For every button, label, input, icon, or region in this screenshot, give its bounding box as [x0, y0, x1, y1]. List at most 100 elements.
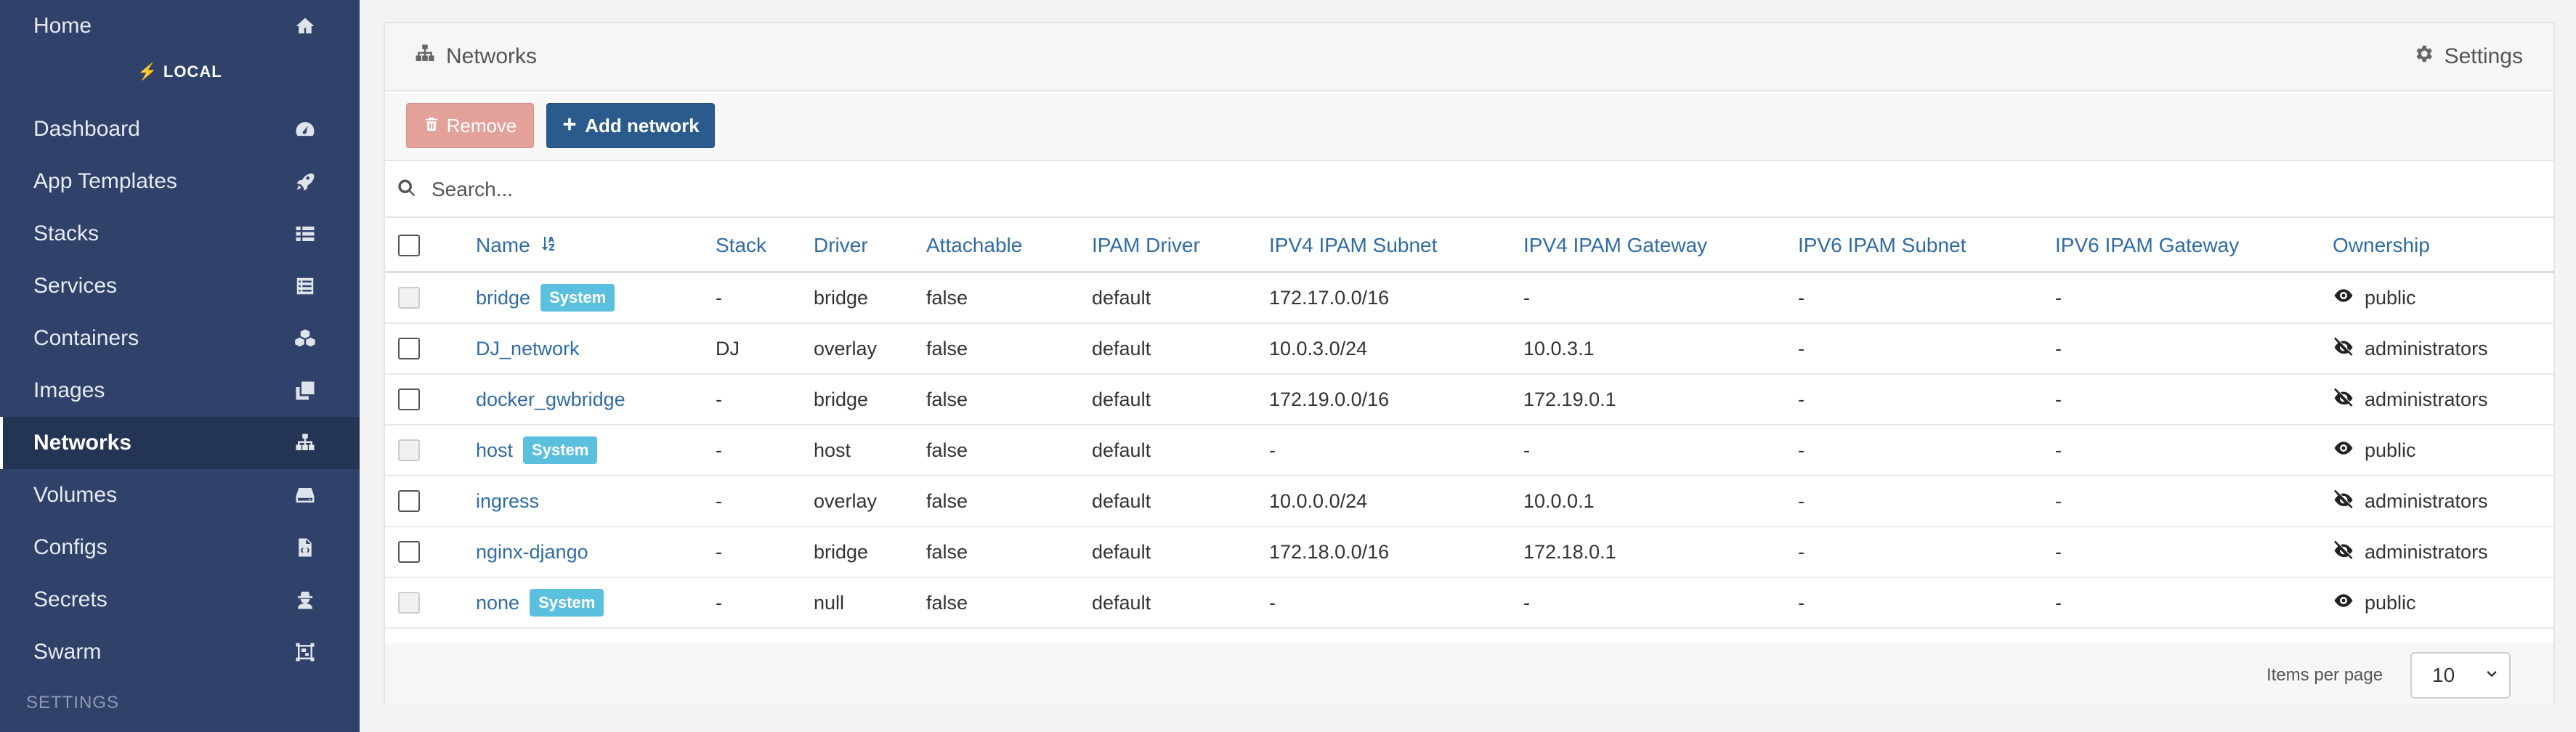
driver-cell: overlay	[814, 489, 878, 512]
sidebar-item-dashboard[interactable]: Dashboard	[0, 103, 360, 155]
ipv4-subnet-cell: -	[1269, 591, 1276, 614]
search-bar	[385, 163, 2553, 218]
sidebar-item-secrets[interactable]: Secrets	[0, 574, 360, 626]
attachable-cell: false	[926, 591, 968, 614]
column-header-driver[interactable]: Driver	[814, 219, 868, 271]
attachable-cell: false	[926, 286, 968, 309]
column-header-name[interactable]: Name	[476, 219, 558, 271]
row-checkbox[interactable]	[398, 490, 420, 512]
eye-slash-icon	[2333, 539, 2354, 566]
ipam-driver-cell: default	[1092, 286, 1151, 309]
column-header-ipam-driver[interactable]: IPAM Driver	[1092, 219, 1200, 271]
driver-cell: overlay	[814, 337, 878, 359]
add-network-button[interactable]: Add network	[546, 103, 715, 148]
stack-cell: -	[716, 439, 722, 461]
network-name-link[interactable]: bridge	[476, 287, 530, 309]
table-header-row: Name Stack Driver Attachable IPAM Driver…	[385, 219, 2553, 273]
ownership-label: administrators	[2365, 489, 2488, 512]
file-code-icon	[293, 535, 317, 560]
plus-icon	[562, 115, 578, 137]
attachable-cell: false	[926, 337, 968, 359]
sidebar-item-label: App Templates	[33, 169, 177, 193]
network-name-link[interactable]: host	[476, 439, 513, 462]
network-name-link[interactable]: docker_gwbridge	[476, 389, 625, 411]
networks-panel: Networks Settings Remove Add network Nam…	[384, 22, 2555, 704]
network-name-link[interactable]: DJ_network	[476, 338, 580, 360]
settings-label: Settings	[2444, 44, 2523, 68]
table-row: bridge System - bridge false default 172.17.0.…	[385, 273, 2553, 324]
sidebar-item-volumes[interactable]: Volumes	[0, 469, 360, 521]
column-header-ipv6-gateway[interactable]: IPV6 IPAM Gateway	[2055, 219, 2239, 271]
sidebar-item-label: Swarm	[33, 640, 102, 664]
row-checkbox[interactable]	[398, 338, 420, 359]
table-row: DJ_network DJ overlay false default 10.0.3.0/…	[385, 324, 2553, 375]
driver-cell: null	[814, 591, 845, 614]
sidebar-item-services[interactable]: Services	[0, 260, 360, 312]
row-checkbox	[398, 439, 420, 461]
table-body: bridge System - bridge false default 172.17.0.…	[385, 273, 2553, 629]
sidebar-item-label: Networks	[33, 431, 132, 455]
column-header-ipv4-subnet[interactable]: IPV4 IPAM Subnet	[1269, 219, 1437, 271]
panel-title-text: Networks	[446, 44, 538, 68]
sidebar-item-app-templates[interactable]: App Templates	[0, 155, 360, 208]
search-input[interactable]	[432, 178, 2466, 201]
system-badge: System	[523, 436, 598, 464]
ipv6-gateway-cell: -	[2055, 591, 2062, 614]
stack-cell: -	[716, 489, 722, 512]
ipv6-gateway-cell: -	[2055, 337, 2062, 359]
table-row: docker_gwbridge - bridge false default 172.19…	[385, 375, 2553, 426]
row-checkbox[interactable]	[398, 389, 420, 410]
sidebar-item-images[interactable]: Images	[0, 365, 360, 417]
network-name-link[interactable]: nginx-django	[476, 541, 588, 564]
ownership-label: administrators	[2365, 540, 2488, 563]
ownership-cell: public	[2333, 426, 2416, 475]
panel-title: Networks	[414, 43, 537, 70]
sidebar-item-label: Home	[33, 14, 92, 38]
actions-bar: Remove Add network	[385, 93, 2553, 161]
driver-cell: bridge	[814, 388, 869, 410]
list-alt-icon	[293, 274, 317, 298]
eye-icon	[2333, 285, 2354, 312]
column-header-attachable[interactable]: Attachable	[926, 219, 1022, 271]
sidebar-item-label: Stacks	[33, 221, 100, 245]
sidebar-section-settings: SETTINGS	[26, 693, 120, 712]
endpoint-label: ⚡ LOCAL	[137, 62, 222, 81]
column-header-ipv6-subnet[interactable]: IPV6 IPAM Subnet	[1798, 219, 1966, 271]
select-all-checkbox[interactable]	[398, 234, 420, 256]
ownership-cell: administrators	[2333, 527, 2488, 577]
ipv6-subnet-cell: -	[1798, 286, 1805, 309]
column-header-ownership[interactable]: Ownership	[2333, 219, 2430, 271]
ownership-cell: administrators	[2333, 375, 2488, 424]
sidebar-item-label: Volumes	[33, 483, 118, 507]
network-name-link[interactable]: ingress	[476, 490, 539, 513]
sidebar-item-configs[interactable]: Configs	[0, 521, 360, 574]
driver-cell: bridge	[814, 540, 869, 563]
sidebar-item-label: Services	[33, 274, 118, 298]
column-header-stack[interactable]: Stack	[716, 219, 766, 271]
rocket-icon	[293, 169, 317, 194]
user-secret-icon	[293, 587, 317, 612]
ownership-label: administrators	[2365, 337, 2488, 359]
table-row: ingress - overlay false default 10.0.0.0/24 10…	[385, 476, 2553, 527]
tachometer-icon	[293, 117, 317, 142]
column-header-ipv4-gateway[interactable]: IPV4 IPAM Gateway	[1523, 219, 1707, 271]
items-per-page-select[interactable]: 10	[2410, 652, 2511, 699]
remove-button[interactable]: Remove	[406, 103, 534, 148]
sidebar-item-swarm[interactable]: Swarm	[0, 626, 360, 678]
row-checkbox[interactable]	[398, 541, 420, 563]
table-row: nginx-django - bridge false default 172.18.0.…	[385, 527, 2553, 578]
driver-cell: host	[814, 439, 851, 461]
sidebar-item-networks[interactable]: Networks	[0, 417, 360, 469]
sidebar-item-stacks[interactable]: Stacks	[0, 208, 360, 260]
settings-button[interactable]: Settings	[2413, 43, 2523, 70]
ipv6-gateway-cell: -	[2055, 489, 2062, 512]
panel-header: Networks Settings	[385, 23, 2553, 92]
ipam-driver-cell: default	[1092, 439, 1151, 461]
eye-slash-icon	[2333, 488, 2354, 515]
network-name-link[interactable]: none	[476, 592, 519, 614]
sidebar-item-containers[interactable]: Containers	[0, 312, 360, 365]
sidebar-item-home[interactable]: Home	[0, 0, 360, 52]
hdd-icon	[293, 483, 317, 508]
ipam-driver-cell: default	[1092, 337, 1151, 359]
stack-cell: DJ	[716, 337, 740, 359]
